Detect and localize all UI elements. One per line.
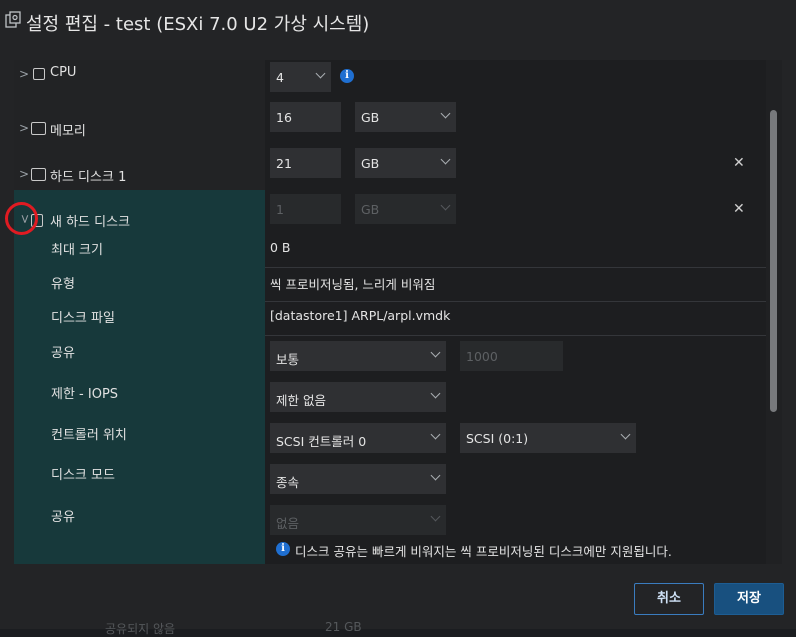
- memory-size-input[interactable]: 16: [270, 102, 341, 132]
- chevron-right-icon[interactable]: >: [19, 67, 29, 81]
- new-disk-size-input[interactable]: 1: [270, 194, 341, 224]
- memory-unit-select[interactable]: GB: [355, 102, 456, 132]
- shares-select[interactable]: 보통: [270, 341, 446, 371]
- type-value: 씩 프로비저닝됨, 느리게 비워짐: [270, 277, 436, 292]
- hdd1-unit-value: GB: [361, 156, 380, 171]
- disk-mode-select[interactable]: 종속: [270, 464, 446, 494]
- cpu-icon: [33, 68, 45, 80]
- chevron-down-icon: [430, 388, 441, 399]
- disk-file-value: [datastore1] ARPL/arpl.vmdk: [270, 308, 451, 323]
- settings-list[interactable]: > CPU 4 i > 메모리 16 GB > 하드 디스크 1 21 GB ✕…: [14, 60, 766, 564]
- remove-hdd1-icon[interactable]: ✕: [733, 155, 745, 171]
- sharing-info-text: 디스크 공유는 빠르게 비워지는 씩 프로비저닝된 디스크에만 지원됩니다.: [295, 544, 672, 559]
- hdd1-size-value: 21: [276, 156, 292, 171]
- limit-iops-value: 제한 없음: [276, 393, 326, 408]
- shares-label: 공유: [51, 346, 75, 361]
- scrollbar-thumb[interactable]: [770, 110, 777, 412]
- controller-slot-select[interactable]: SCSI (0:1): [460, 423, 636, 453]
- sharing-value: 없음: [276, 516, 300, 531]
- vm-settings-icon: [5, 11, 21, 28]
- max-size-value: 0 B: [270, 240, 291, 255]
- memory-label: 메모리: [50, 124, 86, 139]
- background-row-size: 21 GB: [325, 620, 362, 634]
- chevron-down-icon: [440, 200, 451, 211]
- cpu-select[interactable]: 4: [270, 62, 331, 92]
- memory-icon: [31, 122, 46, 135]
- controller-label: 컨트롤러 위치: [51, 428, 127, 443]
- new-disk-unit-value: GB: [361, 202, 380, 217]
- dialog-title: 설정 편집 - test (ESXi 7.0 U2 가상 시스템): [26, 14, 370, 35]
- info-icon: i: [276, 542, 290, 556]
- max-size-label: 최대 크기: [51, 243, 103, 258]
- memory-size-value: 16: [276, 110, 292, 125]
- new-disk-unit-select[interactable]: GB: [355, 194, 456, 224]
- controller-value: SCSI 컨트롤러 0: [276, 434, 367, 449]
- chevron-down-icon: [440, 154, 451, 165]
- divider: [265, 335, 766, 336]
- hdd1-unit-select[interactable]: GB: [355, 148, 456, 178]
- hard-disk-icon: [31, 168, 46, 181]
- chevron-down-icon: [430, 511, 441, 522]
- new-disk-size-value: 1: [276, 202, 284, 217]
- chevron-down-icon: [315, 68, 326, 79]
- dialog-titlebar: 설정 편집 - test (ESXi 7.0 U2 가상 시스템): [0, 0, 796, 44]
- shares-number-value: 1000: [466, 349, 498, 364]
- new-disk-label: 새 하드 디스크: [50, 215, 131, 230]
- sharing-label: 공유: [51, 510, 75, 525]
- shares-number-input[interactable]: 1000: [460, 341, 563, 371]
- divider: [265, 301, 766, 302]
- chevron-right-icon[interactable]: >: [19, 121, 29, 135]
- info-icon[interactable]: i: [340, 69, 354, 83]
- disk-file-label: 디스크 파일: [51, 311, 115, 326]
- chevron-down-icon: [430, 429, 441, 440]
- controller-slot-value: SCSI (0:1): [466, 431, 529, 446]
- highlight-circle-annotation: [5, 202, 38, 235]
- cpu-select-value: 4: [276, 70, 284, 85]
- chevron-down-icon: [440, 108, 451, 119]
- limit-iops-select[interactable]: 제한 없음: [270, 382, 446, 412]
- limit-iops-label: 제한 - IOPS: [51, 387, 119, 402]
- cpu-label: CPU: [50, 65, 77, 80]
- sharing-select[interactable]: 없음: [270, 505, 446, 535]
- type-label: 유형: [51, 277, 75, 292]
- controller-select[interactable]: SCSI 컨트롤러 0: [270, 423, 446, 453]
- hdd1-size-input[interactable]: 21: [270, 148, 341, 178]
- divider: [265, 267, 766, 268]
- cancel-button[interactable]: 취소: [634, 583, 704, 615]
- memory-unit-value: GB: [361, 110, 380, 125]
- save-button[interactable]: 저장: [714, 583, 784, 615]
- shares-select-value: 보통: [276, 352, 300, 367]
- hdd1-label: 하드 디스크 1: [50, 170, 127, 185]
- disk-mode-label: 디스크 모드: [51, 468, 115, 483]
- edit-settings-dialog: 설정 편집 - test (ESXi 7.0 U2 가상 시스템) > CPU …: [0, 0, 796, 636]
- remove-new-disk-icon[interactable]: ✕: [733, 201, 745, 217]
- disk-mode-value: 종속: [276, 475, 300, 490]
- chevron-down-icon: [430, 470, 441, 481]
- chevron-down-icon: [430, 347, 441, 358]
- chevron-right-icon[interactable]: >: [19, 167, 29, 181]
- chevron-down-icon: [620, 429, 631, 440]
